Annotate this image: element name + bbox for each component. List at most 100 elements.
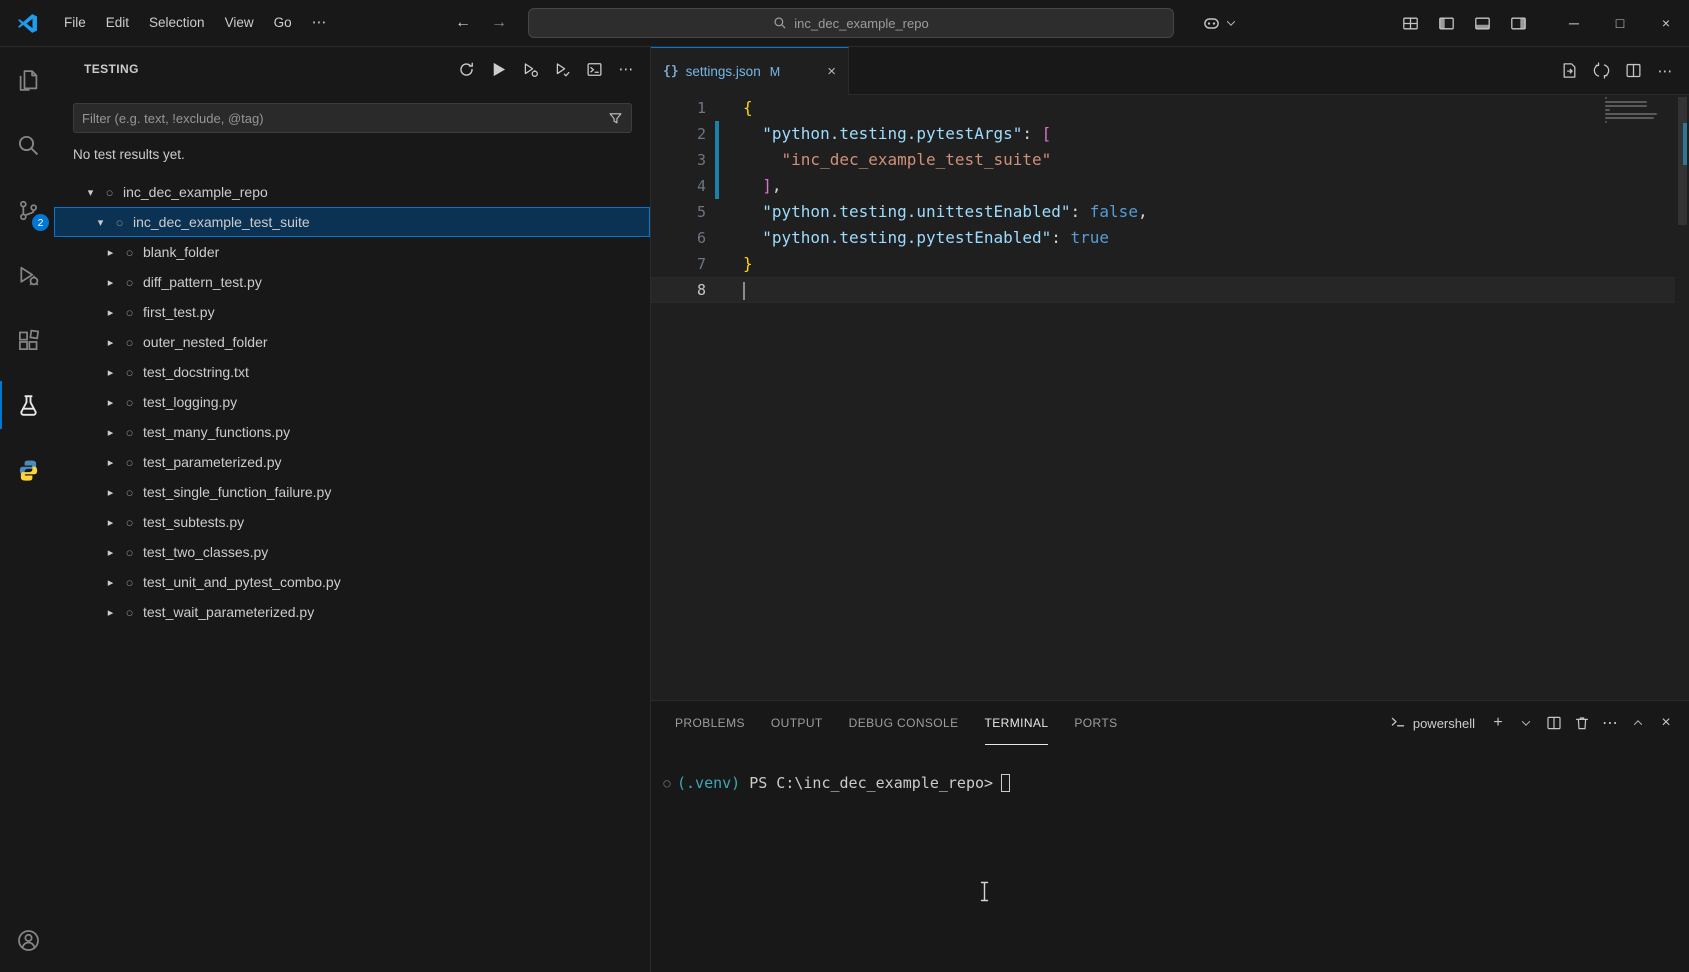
activity-bar-explorer-icon[interactable] [0, 56, 54, 104]
chevron-collapsed-icon[interactable]: ▸ [103, 336, 118, 349]
menu-go[interactable]: Go [264, 9, 302, 37]
panel-tab-output[interactable]: OUTPUT [771, 701, 823, 745]
chevron-collapsed-icon[interactable]: ▸ [103, 306, 118, 319]
panel-more-actions-icon[interactable]: ⋯ [1601, 710, 1619, 736]
panel-tab-ports[interactable]: PORTS [1074, 701, 1117, 745]
close-panel-icon[interactable]: × [1657, 710, 1675, 736]
code-line-2[interactable]: 2 "python.testing.pytestArgs": [ [651, 121, 1675, 147]
test-tree-item[interactable]: ▸○test_parameterized.py [54, 447, 650, 477]
chevron-collapsed-icon[interactable]: ▸ [103, 546, 118, 559]
chevron-expanded-icon[interactable]: ▾ [93, 216, 108, 229]
navigate-forward-icon[interactable]: → [485, 9, 513, 37]
copilot-button[interactable] [1196, 9, 1240, 37]
accounts-icon[interactable] [0, 916, 54, 964]
terminal-content[interactable]: ○ (.venv) PS C:\inc_dec_example_repo> [651, 773, 1689, 972]
chevron-collapsed-icon[interactable]: ▸ [103, 246, 118, 259]
command-center-search[interactable]: inc_dec_example_repo [528, 8, 1174, 38]
test-tree-item[interactable]: ▸○test_wait_parameterized.py [54, 597, 650, 627]
code-line-6[interactable]: 6 "python.testing.pytestEnabled": true [651, 225, 1675, 251]
test-tree-item[interactable]: ▸○blank_folder [54, 237, 650, 267]
show-test-output-icon[interactable] [580, 56, 608, 82]
code-line-3[interactable]: 3 "inc_dec_example_test_suite" [651, 147, 1675, 173]
chevron-collapsed-icon[interactable]: ▸ [103, 456, 118, 469]
test-tree-item[interactable]: ▸○outer_nested_folder [54, 327, 650, 357]
chevron-collapsed-icon[interactable]: ▸ [103, 486, 118, 499]
test-tree-item[interactable]: ▸○test_docstring.txt [54, 357, 650, 387]
toggle-primary-sidebar-icon[interactable] [1432, 9, 1460, 37]
test-filter-input[interactable] [82, 111, 608, 126]
new-terminal-icon[interactable]: + [1489, 710, 1507, 736]
customize-layout-icon[interactable] [1396, 9, 1424, 37]
menu-bar: FileEditSelectionViewGo [54, 9, 302, 37]
chevron-collapsed-icon[interactable]: ▸ [103, 606, 118, 619]
terminal-profile-dropdown-icon[interactable] [1517, 710, 1535, 736]
editor-more-actions-icon[interactable]: ⋯ [1651, 58, 1679, 84]
test-tree-item[interactable]: ▸○test_unit_and_pytest_combo.py [54, 567, 650, 597]
activity-bar-testing-icon[interactable] [0, 381, 54, 429]
tab-settings-json[interactable]: {} settings.json M × [651, 47, 849, 95]
code-line-4[interactable]: 4 ], [651, 173, 1675, 199]
chevron-expanded-icon[interactable]: ▾ [83, 186, 98, 199]
test-tree-item[interactable]: ▸○diff_pattern_test.py [54, 267, 650, 297]
test-state-icon: ○ [122, 335, 137, 350]
editor-scrollbar[interactable] [1678, 97, 1687, 225]
maximize-panel-icon[interactable] [1629, 710, 1647, 736]
chevron-collapsed-icon[interactable]: ▸ [103, 516, 118, 529]
code-line-7[interactable]: 7} [651, 251, 1675, 277]
filter-icon[interactable] [608, 111, 623, 126]
menu-view[interactable]: View [215, 9, 264, 37]
chevron-collapsed-icon[interactable]: ▸ [103, 576, 118, 589]
chevron-collapsed-icon[interactable]: ▸ [103, 426, 118, 439]
test-tree-item[interactable]: ▸○test_subtests.py [54, 507, 650, 537]
panel-actions: powershell + ⋯ × [1386, 710, 1675, 736]
test-tree-item[interactable]: ▸○first_test.py [54, 297, 650, 327]
test-tree-item[interactable]: ▾○inc_dec_example_test_suite [54, 207, 650, 237]
test-state-icon: ○ [122, 455, 137, 470]
menu-selection[interactable]: Selection [139, 9, 215, 37]
panel-tab-problems[interactable]: PROBLEMS [675, 701, 745, 745]
minimap[interactable] [1605, 97, 1661, 129]
code-line-8[interactable]: 8 [651, 277, 1675, 303]
menu-edit[interactable]: Edit [96, 9, 139, 37]
panel-tab-terminal[interactable]: TERMINAL [985, 701, 1049, 745]
split-editor-icon[interactable] [1619, 58, 1647, 84]
debug-tests-icon[interactable] [516, 56, 544, 82]
run-tests-with-coverage-icon[interactable] [548, 56, 576, 82]
activity-bar-run-debug-icon[interactable] [0, 251, 54, 299]
test-tree-item[interactable]: ▾○inc_dec_example_repo [54, 177, 650, 207]
maximize-window-icon[interactable]: □ [1597, 0, 1643, 46]
menu-file[interactable]: File [54, 9, 96, 37]
tab-filename: settings.json [686, 64, 761, 79]
testing-more-actions-icon[interactable]: ⋯ [612, 56, 640, 82]
run-tests-icon[interactable] [484, 56, 512, 82]
chevron-collapsed-icon[interactable]: ▸ [103, 276, 118, 289]
activity-bar-python-icon[interactable] [0, 446, 54, 494]
activity-bar-source-control-icon[interactable]: 2 [0, 186, 54, 234]
open-changes-icon[interactable] [1587, 58, 1615, 84]
chevron-collapsed-icon[interactable]: ▸ [103, 366, 118, 379]
close-tab-icon[interactable]: × [817, 63, 836, 80]
test-tree-item[interactable]: ▸○test_logging.py [54, 387, 650, 417]
menu-more-icon[interactable]: ⋯ [302, 9, 337, 37]
kill-terminal-icon[interactable] [1573, 710, 1591, 736]
code-line-5[interactable]: 5 "python.testing.unittestEnabled": fals… [651, 199, 1675, 225]
open-settings-ui-icon[interactable] [1555, 58, 1583, 84]
editor-content[interactable]: 1{2 "python.testing.pytestArgs": [3 "inc… [651, 95, 1675, 700]
close-window-icon[interactable]: × [1643, 0, 1689, 46]
test-tree-item[interactable]: ▸○test_many_functions.py [54, 417, 650, 447]
test-tree-item[interactable]: ▸○test_two_classes.py [54, 537, 650, 567]
terminal-shell-button[interactable]: powershell [1386, 715, 1479, 731]
refresh-tests-icon[interactable] [452, 56, 480, 82]
code-line-1[interactable]: 1{ [651, 95, 1675, 121]
navigate-back-icon[interactable]: ← [449, 9, 477, 37]
toggle-panel-icon[interactable] [1468, 9, 1496, 37]
activity-bar-extensions-icon[interactable] [0, 316, 54, 364]
panel-tab-debug-console[interactable]: DEBUG CONSOLE [849, 701, 959, 745]
test-state-icon: ○ [122, 305, 137, 320]
toggle-secondary-sidebar-icon[interactable] [1504, 9, 1532, 37]
test-tree-item[interactable]: ▸○test_single_function_failure.py [54, 477, 650, 507]
activity-bar-search-icon[interactable] [0, 121, 54, 169]
minimize-window-icon[interactable]: ─ [1551, 0, 1597, 46]
chevron-collapsed-icon[interactable]: ▸ [103, 396, 118, 409]
split-terminal-icon[interactable] [1545, 710, 1563, 736]
